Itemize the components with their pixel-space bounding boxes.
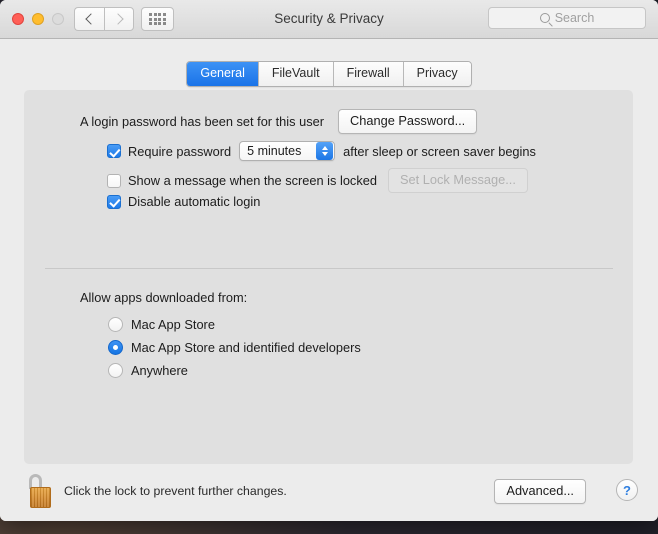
set-lock-message-button: Set Lock Message... — [387, 168, 528, 193]
tab-privacy[interactable]: Privacy — [403, 62, 471, 86]
password-status-label: A login password has been set for this u… — [80, 114, 324, 129]
show-lock-message-label: Show a message when the screen is locked — [128, 173, 377, 188]
radio-mac-app-store[interactable] — [108, 317, 123, 332]
radio-label-anywhere: Anywhere — [131, 363, 188, 378]
require-password-interval-select[interactable]: 5 minutes — [239, 141, 336, 161]
unlocked-padlock-icon[interactable] — [24, 474, 56, 510]
help-button[interactable]: ? — [616, 479, 638, 501]
general-settings-panel: A login password has been set for this u… — [24, 90, 633, 464]
show-lock-message-checkbox[interactable] — [107, 173, 121, 188]
disable-auto-login-checkbox[interactable] — [107, 194, 121, 209]
tab-bar: General FileVault Firewall Privacy — [0, 61, 658, 87]
radio-mac-app-store-and-identified-developers[interactable] — [108, 340, 123, 355]
tab-filevault[interactable]: FileVault — [258, 62, 334, 86]
allow-apps-heading-row: Allow apps downloaded from: — [80, 290, 247, 305]
search-placeholder: Search — [554, 11, 595, 25]
require-password-row: Require password 5 minutes after sleep o… — [107, 141, 536, 161]
require-password-checkbox[interactable] — [107, 144, 121, 158]
tab-firewall[interactable]: Firewall — [333, 62, 404, 86]
tab-general[interactable]: General — [187, 62, 259, 86]
radio-label-identified-developers: Mac App Store and identified developers — [131, 340, 361, 355]
disable-auto-login-row: Disable automatic login — [107, 194, 260, 209]
require-password-label: Require password — [128, 143, 232, 159]
allow-apps-option-anywhere[interactable]: Anywhere — [108, 363, 188, 378]
password-status-row: A login password has been set for this u… — [80, 109, 478, 134]
allow-apps-heading: Allow apps downloaded from: — [80, 290, 248, 305]
window-titlebar: Security & Privacy Search — [0, 0, 658, 39]
advanced-button[interactable]: Advanced... — [494, 479, 586, 504]
disable-auto-login-label: Disable automatic login — [128, 194, 261, 209]
search-icon — [539, 13, 550, 23]
lock-message-row: Show a message when the screen is locked… — [107, 168, 528, 193]
require-password-interval-value: 5 minutes — [247, 144, 302, 158]
lock-hint-text: Click the lock to prevent further change… — [64, 484, 287, 498]
require-password-suffix-label: after sleep or screen saver begins — [343, 143, 536, 159]
radio-label-mac-app-store: Mac App Store — [131, 317, 215, 332]
preferences-window: Security & Privacy Search General FileVa… — [0, 0, 658, 521]
radio-anywhere[interactable] — [108, 363, 123, 378]
allow-apps-option-identified-developers[interactable]: Mac App Store and identified developers — [108, 340, 361, 355]
search-input[interactable]: Search — [488, 7, 646, 29]
section-divider — [45, 268, 613, 269]
bottom-bar: Click the lock to prevent further change… — [0, 464, 658, 521]
chevron-updown-icon — [316, 142, 334, 160]
padlock-body — [30, 487, 51, 508]
allow-apps-option-mac-app-store[interactable]: Mac App Store — [108, 317, 215, 332]
change-password-button[interactable]: Change Password... — [338, 109, 478, 134]
